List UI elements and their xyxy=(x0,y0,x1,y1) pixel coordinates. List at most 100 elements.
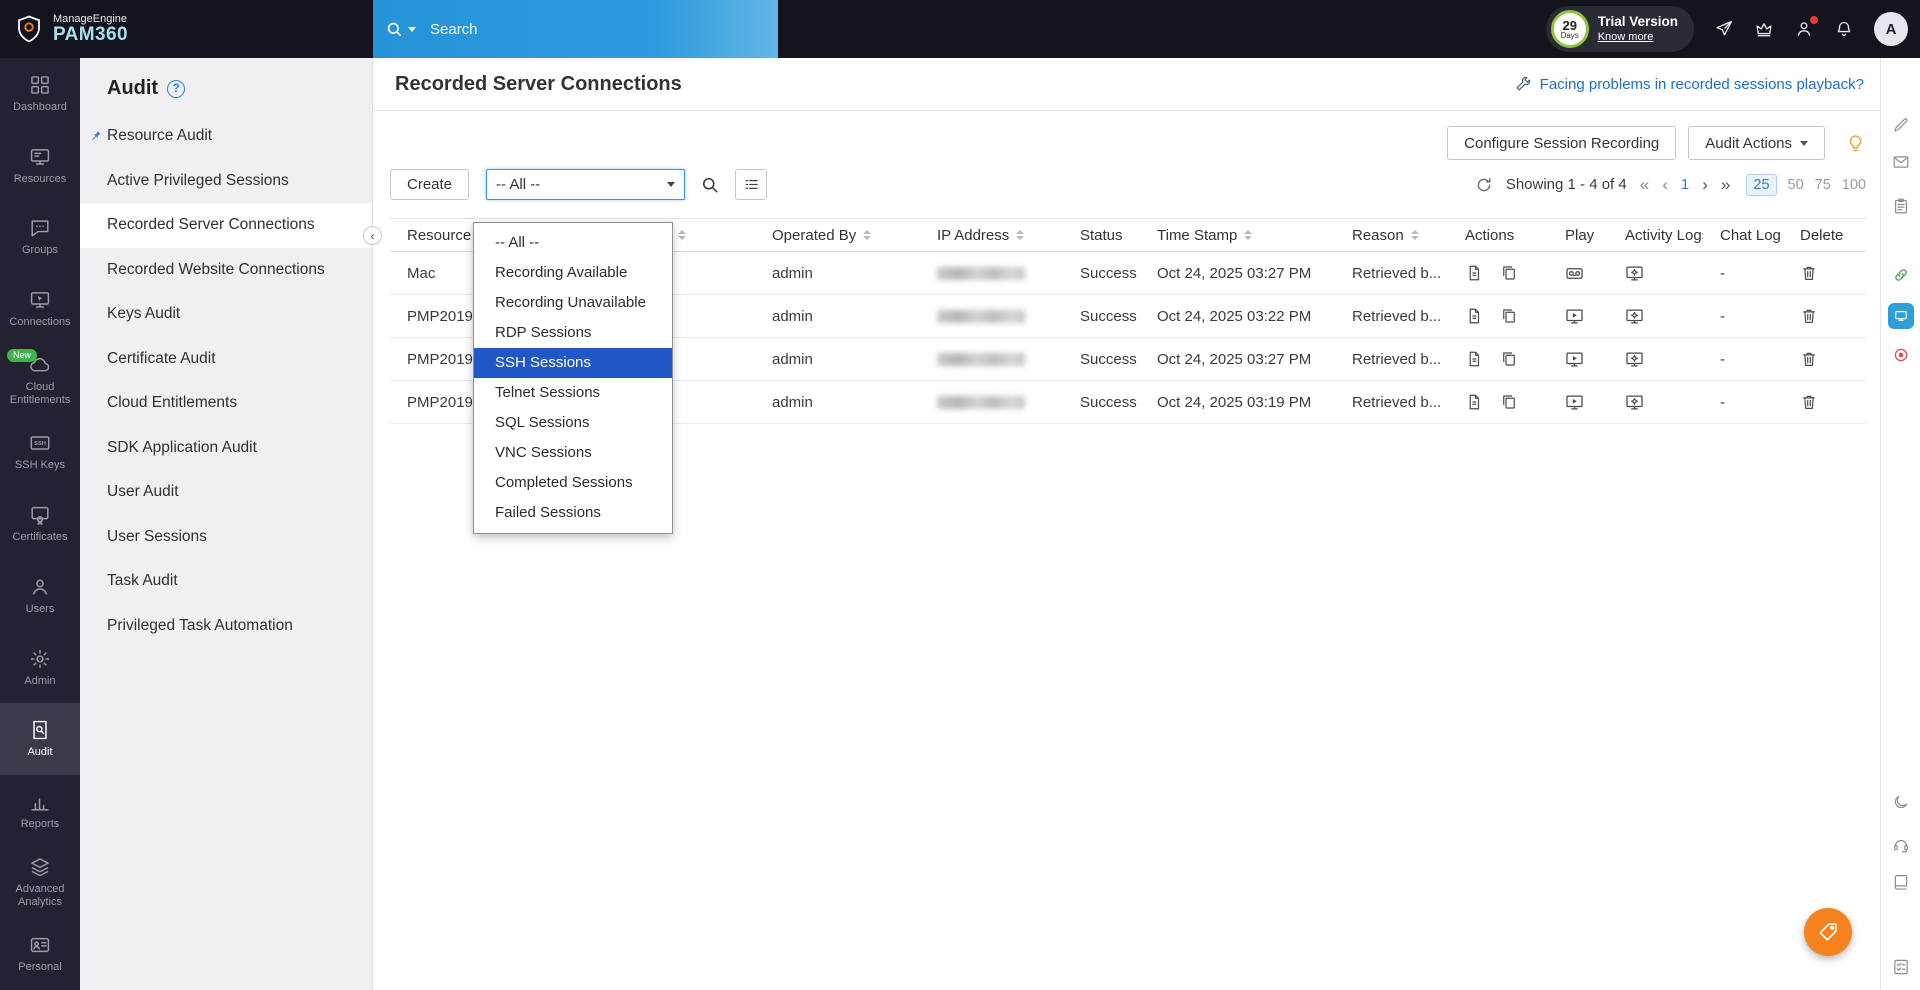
know-more-link[interactable]: Know more xyxy=(1598,31,1678,45)
copy-icon[interactable] xyxy=(1500,393,1518,411)
page-size-option[interactable]: 75 xyxy=(1815,177,1831,193)
first-page-button[interactable]: « xyxy=(1640,176,1649,193)
rail-item-ssh-keys[interactable]: SSH SSH Keys xyxy=(0,416,80,488)
pencil-icon[interactable] xyxy=(1892,116,1910,134)
dark-mode-icon[interactable] xyxy=(1892,793,1910,811)
activity-logs-icon[interactable] xyxy=(1625,307,1644,326)
session-details-icon[interactable] xyxy=(1465,393,1483,411)
trash-icon[interactable] xyxy=(1800,264,1818,282)
session-filter-select[interactable]: -- All -- xyxy=(486,169,685,200)
brand[interactable]: ManageEngine PAM360 xyxy=(0,12,373,46)
dropdown-option[interactable]: Telnet Sessions xyxy=(474,378,672,408)
refresh-icon[interactable] xyxy=(1475,176,1493,194)
dropdown-option[interactable]: VNC Sessions xyxy=(474,438,672,468)
play-session-icon[interactable] xyxy=(1565,307,1584,326)
rail-item-dashboard[interactable]: Dashboard xyxy=(0,58,80,130)
activity-logs-icon[interactable] xyxy=(1625,350,1644,369)
rail-item-cloud-entitlements[interactable]: New Cloud Entitlements xyxy=(0,345,80,417)
page-size-option[interactable]: 100 xyxy=(1842,177,1866,193)
trash-icon[interactable] xyxy=(1800,307,1818,325)
sort-icon[interactable] xyxy=(863,230,871,240)
sidebar-item[interactable]: Privileged Task Automation xyxy=(80,604,372,649)
sidebar-item[interactable]: Active Privileged Sessions xyxy=(80,159,372,204)
rail-item-audit[interactable]: Audit xyxy=(0,703,80,775)
sidebar-item[interactable]: User Sessions xyxy=(80,515,372,560)
sidebar-item[interactable]: Certificate Audit xyxy=(80,337,372,382)
chat-fab-button[interactable] xyxy=(1804,908,1852,956)
rail-item-personal[interactable]: Personal xyxy=(0,918,80,990)
column-header[interactable]: Play xyxy=(1548,219,1608,252)
user-alert-icon[interactable] xyxy=(1794,19,1814,39)
sort-icon[interactable] xyxy=(1244,230,1252,240)
tasks-checklist-icon[interactable] xyxy=(1892,958,1910,976)
sort-icon[interactable] xyxy=(1016,230,1024,240)
lightbulb-icon[interactable] xyxy=(1845,133,1866,154)
dropdown-option[interactable]: -- All -- xyxy=(474,228,672,258)
rail-item-certificates[interactable]: Certificates xyxy=(0,488,80,560)
sidebar-item[interactable]: Cloud Entitlements xyxy=(80,381,372,426)
rail-item-reports[interactable]: Reports xyxy=(0,775,80,847)
sidebar-item[interactable]: SDK Application Audit xyxy=(80,426,372,471)
sidebar-item[interactable]: Recorded Server Connections xyxy=(80,203,372,248)
rail-item-admin[interactable]: Admin xyxy=(0,632,80,704)
sort-icon[interactable] xyxy=(678,230,686,240)
column-header[interactable]: Chat Log xyxy=(1703,219,1783,252)
play-session-icon[interactable] xyxy=(1565,350,1584,369)
column-header[interactable]: Operated By xyxy=(755,219,920,252)
playback-help-link[interactable]: Facing problems in recorded sessions pla… xyxy=(1514,75,1864,93)
prev-page-button[interactable]: ‹ xyxy=(1662,176,1668,193)
column-header[interactable]: Actions xyxy=(1448,219,1548,252)
trash-icon[interactable] xyxy=(1800,350,1818,368)
user-avatar[interactable]: A xyxy=(1874,12,1908,46)
link-icon[interactable] xyxy=(1892,266,1910,284)
rail-item-advanced-analytics[interactable]: Advanced Analytics xyxy=(0,847,80,919)
column-header[interactable]: Delete xyxy=(1783,219,1866,252)
create-button[interactable]: Create xyxy=(390,169,469,200)
configure-session-recording-button[interactable]: Configure Session Recording xyxy=(1447,126,1676,160)
crown-icon[interactable] xyxy=(1754,19,1774,39)
search-icon[interactable] xyxy=(700,175,720,195)
sidebar-item[interactable]: Recorded Website Connections xyxy=(80,248,372,293)
next-page-button[interactable]: › xyxy=(1702,176,1708,193)
list-view-icon[interactable] xyxy=(735,169,767,200)
play-session-icon[interactable] xyxy=(1565,393,1584,412)
audit-actions-button[interactable]: Audit Actions xyxy=(1688,126,1825,160)
session-details-icon[interactable] xyxy=(1465,264,1483,282)
rail-item-resources[interactable]: Resources xyxy=(0,130,80,202)
current-page[interactable]: 1 xyxy=(1681,177,1689,192)
trash-icon[interactable] xyxy=(1800,393,1818,411)
global-search-input[interactable]: Search xyxy=(373,0,778,58)
column-header[interactable]: Time Stamp xyxy=(1140,219,1335,252)
dropdown-option[interactable]: SQL Sessions xyxy=(474,408,672,438)
last-page-button[interactable]: » xyxy=(1721,176,1730,193)
copy-icon[interactable] xyxy=(1500,264,1518,282)
column-header[interactable]: Status xyxy=(1063,219,1140,252)
dropdown-option[interactable]: Recording Available xyxy=(474,258,672,288)
rail-item-connections[interactable]: Connections xyxy=(0,273,80,345)
rail-item-users[interactable]: Users xyxy=(0,560,80,632)
sort-icon[interactable] xyxy=(1411,230,1419,240)
page-size-option[interactable]: 25 xyxy=(1746,174,1776,196)
activity-logs-icon[interactable] xyxy=(1625,264,1644,283)
column-header[interactable]: IP Address xyxy=(920,219,1063,252)
sidebar-item[interactable]: Resource Audit xyxy=(80,114,372,159)
clipboard-icon[interactable] xyxy=(1892,197,1910,215)
sidebar-item[interactable]: User Audit xyxy=(80,470,372,515)
help-icon[interactable]: ? xyxy=(167,80,185,98)
recording-icon[interactable] xyxy=(1565,264,1584,283)
copy-icon[interactable] xyxy=(1500,350,1518,368)
activity-logs-icon[interactable] xyxy=(1625,393,1644,412)
support-headset-icon[interactable] xyxy=(1892,836,1910,854)
session-details-icon[interactable] xyxy=(1465,350,1483,368)
dropdown-option[interactable]: RDP Sessions xyxy=(474,318,672,348)
sidebar-item[interactable]: Task Audit xyxy=(80,559,372,604)
dropdown-option[interactable]: Recording Unavailable xyxy=(474,288,672,318)
mail-icon[interactable] xyxy=(1892,153,1910,171)
session-details-icon[interactable] xyxy=(1465,307,1483,325)
column-header[interactable]: Reason xyxy=(1335,219,1448,252)
trial-badge[interactable]: 29 Days Trial Version Know more xyxy=(1546,6,1694,52)
page-size-option[interactable]: 50 xyxy=(1788,177,1804,193)
docs-book-icon[interactable] xyxy=(1892,873,1910,891)
rail-item-groups[interactable]: Groups xyxy=(0,201,80,273)
bell-icon[interactable] xyxy=(1834,19,1854,39)
